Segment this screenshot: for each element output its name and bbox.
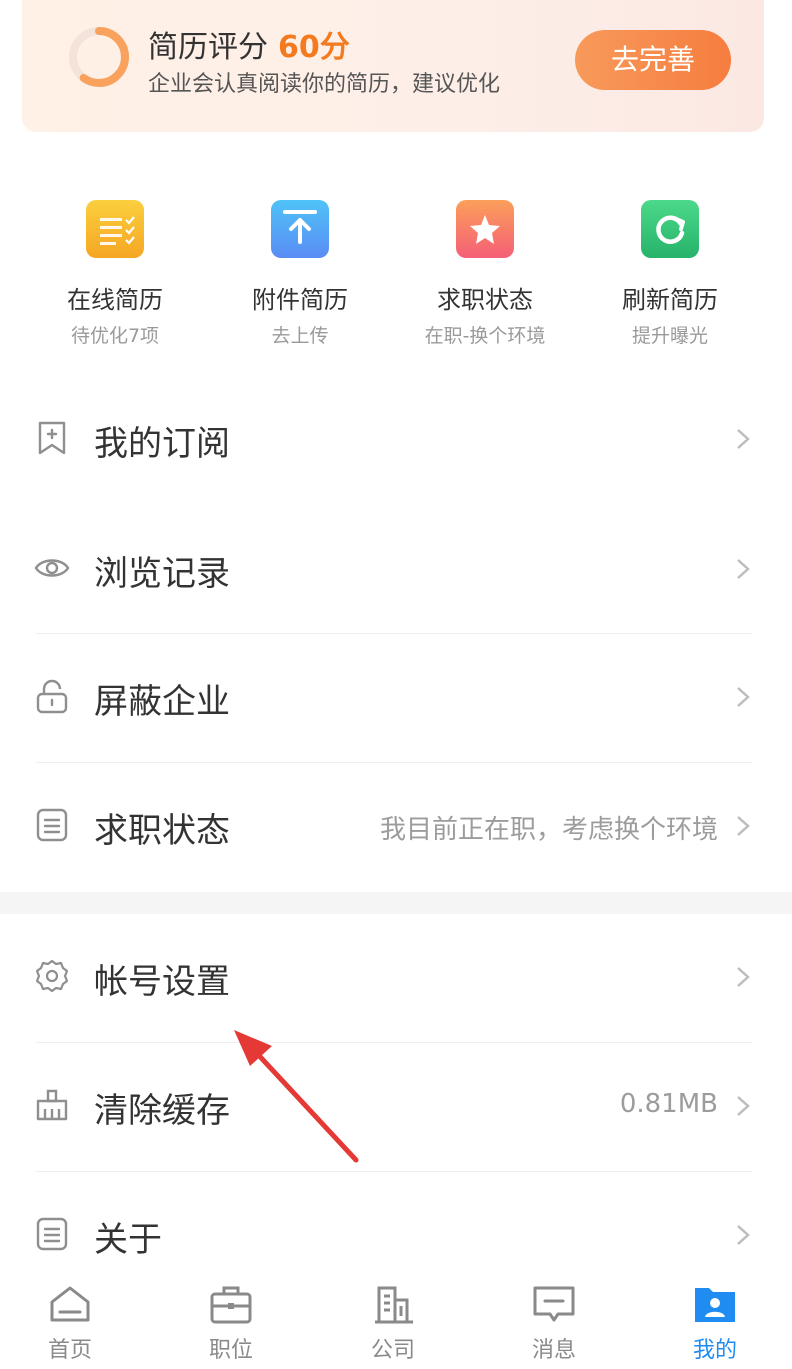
refresh-icon [641, 200, 699, 258]
quick-label: 求职状态 [437, 286, 533, 314]
quick-label: 在线简历 [67, 286, 163, 314]
menu-item-subscriptions[interactable]: 我的订阅 [0, 376, 792, 504]
bottom-tab-bar: 首页 职位 公司 消息 我的 [0, 1276, 792, 1369]
chevron-right-icon [737, 816, 750, 836]
menu-item-clear-cache[interactable]: 清除缓存 0.81MB [0, 1043, 792, 1171]
online-resume-icon [86, 200, 144, 258]
menu-item-label: 清除缓存 [94, 1091, 230, 1131]
quick-sub: 在职-换个环境 [424, 325, 546, 347]
broom-icon [36, 1089, 68, 1121]
briefcase-icon [210, 1286, 252, 1324]
eye-icon [34, 559, 70, 577]
quick-job-status[interactable]: 求职状态 在职-换个环境 [392, 196, 578, 348]
menu-item-label: 屏蔽企业 [94, 682, 230, 722]
quick-attachment-resume[interactable]: 附件简历 去上传 [207, 196, 393, 348]
tab-label: 消息 [531, 1338, 576, 1363]
score-title-label: 简历评分 [148, 30, 268, 65]
tab-label: 公司 [370, 1338, 415, 1363]
star-icon [456, 200, 514, 258]
quick-label: 附件简历 [252, 286, 348, 314]
tab-companies[interactable]: 公司 [314, 1282, 472, 1364]
message-icon [533, 1286, 575, 1322]
bookmark-icon [38, 421, 66, 455]
profile-page: 简历评分 60分 企业会认真阅读你的简历，建议优化 去完善 在线简历 待优化7项 [0, 0, 792, 1369]
chevron-right-icon [737, 559, 750, 579]
menu-item-value: 我目前正在职，考虑换个环境 [379, 815, 718, 845]
profile-icon [695, 1288, 735, 1322]
chevron-right-icon [737, 1096, 750, 1116]
score-progress-ring [69, 27, 129, 87]
menu-item-account-settings[interactable]: 帐号设置 [0, 914, 792, 1042]
quick-sub: 去上传 [271, 325, 329, 347]
menu-item-job-status[interactable]: 求职状态 我目前正在职，考虑换个环境 [0, 763, 792, 891]
section-separator [0, 892, 792, 914]
gear-icon [35, 959, 69, 993]
menu-item-label: 帐号设置 [94, 962, 230, 1002]
chevron-right-icon [737, 687, 750, 707]
improve-resume-button[interactable]: 去完善 [575, 30, 731, 90]
tab-label: 职位 [208, 1338, 253, 1363]
menu-item-label: 关于 [94, 1220, 162, 1260]
tab-home[interactable]: 首页 [0, 1282, 149, 1364]
quick-sub: 提升曝光 [631, 325, 708, 347]
cache-size-value: 0.81MB [619, 1089, 718, 1119]
home-icon [50, 1286, 90, 1322]
tab-messages[interactable]: 消息 [475, 1282, 633, 1364]
quick-label: 刷新简历 [622, 286, 718, 314]
building-icon [375, 1286, 413, 1324]
score-value: 60分 [278, 30, 350, 65]
upload-icon [271, 200, 329, 258]
lock-icon [36, 679, 68, 714]
menu-item-history[interactable]: 浏览记录 [0, 506, 792, 634]
info-document-icon [36, 1217, 68, 1251]
chevron-right-icon [737, 1225, 750, 1245]
menu-item-label: 求职状态 [94, 811, 230, 851]
resume-score-card[interactable]: 简历评分 60分 企业会认真阅读你的简历，建议优化 去完善 [22, 0, 764, 132]
quick-sub: 待优化7项 [70, 325, 160, 347]
menu-item-label: 浏览记录 [94, 554, 230, 594]
menu-item-blocked-companies[interactable]: 屏蔽企业 [0, 634, 792, 762]
tab-profile[interactable]: 我的 [636, 1282, 792, 1364]
annotation-arrow-icon [234, 1030, 359, 1163]
chevron-right-icon [737, 967, 750, 987]
tab-jobs[interactable]: 职位 [152, 1282, 310, 1364]
menu-item-about[interactable]: 关于 [0, 1172, 792, 1276]
quick-actions: 在线简历 待优化7项 附件简历 去上传 求职状态 在职-换个环境 刷新简历 提升… [0, 196, 792, 356]
score-subtitle: 企业会认真阅读你的简历，建议优化 [148, 72, 501, 97]
quick-online-resume[interactable]: 在线简历 待优化7项 [22, 196, 208, 348]
chevron-right-icon [737, 429, 750, 449]
menu-item-label: 我的订阅 [94, 424, 230, 464]
quick-refresh-resume[interactable]: 刷新简历 提升曝光 [577, 196, 763, 348]
tab-label: 我的 [692, 1338, 737, 1363]
score-title: 简历评分 60分 [148, 22, 350, 66]
tab-label: 首页 [47, 1338, 92, 1363]
document-icon [36, 808, 68, 842]
